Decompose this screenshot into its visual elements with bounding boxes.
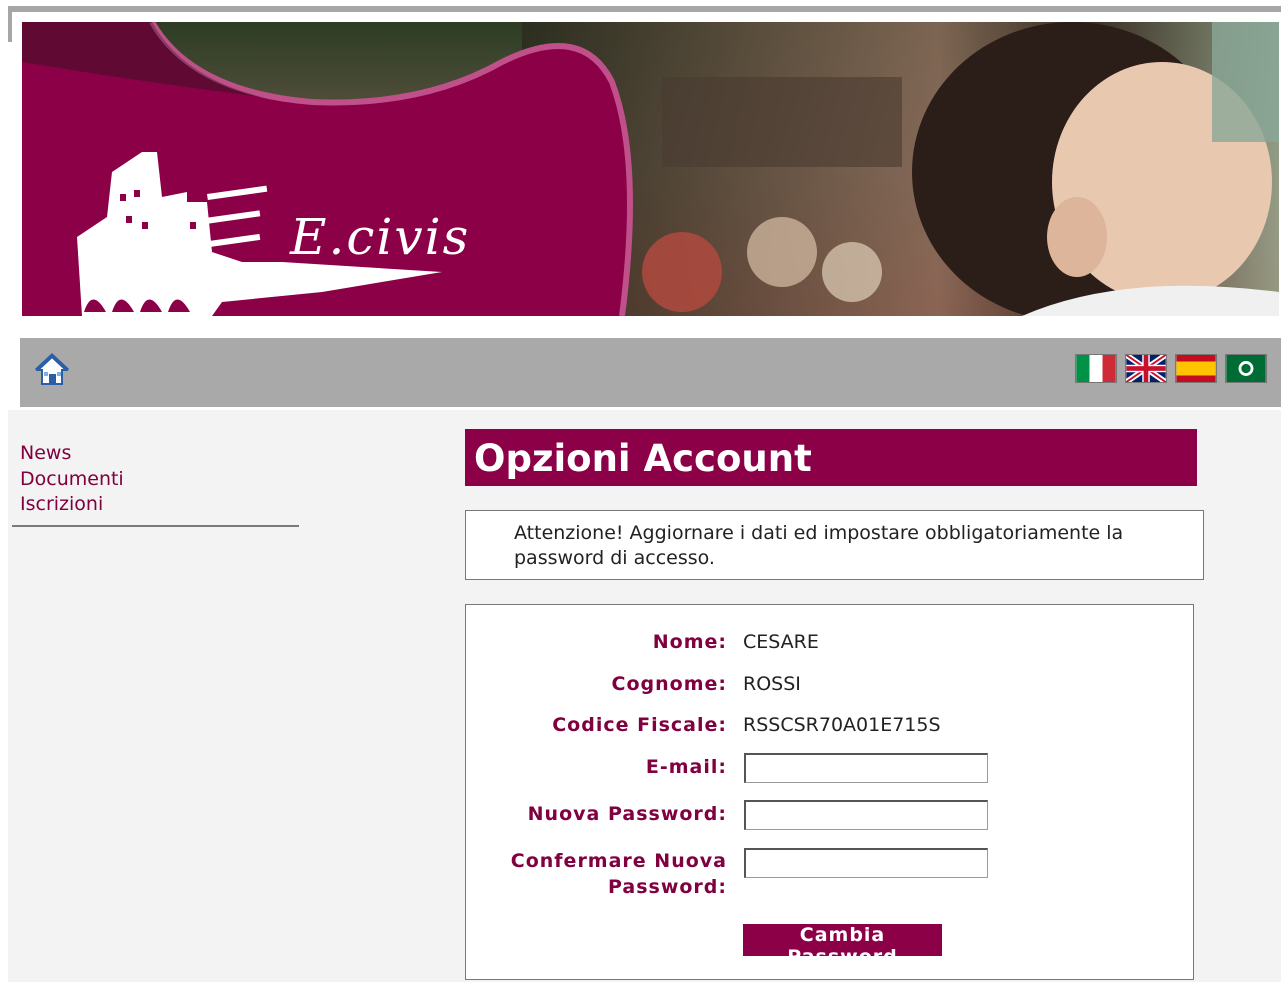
change-password-button[interactable]: Cambia Password bbox=[743, 924, 942, 968]
logo-text: E.civis bbox=[290, 208, 471, 266]
sidebar-item-news[interactable]: News bbox=[20, 441, 300, 467]
codice-fiscale-label: Codice Fiscale: bbox=[552, 714, 727, 736]
sidebar-item-documenti[interactable]: Documenti bbox=[20, 467, 300, 493]
codice-fiscale-value: RSSCSR70A01E715S bbox=[743, 714, 941, 736]
account-form: Nome: CESARE Cognome: ROSSI Codice Fisca… bbox=[465, 604, 1194, 980]
confirm-password-label-line2: Password: bbox=[607, 876, 727, 898]
nome-label: Nome: bbox=[652, 631, 727, 653]
page: E.civis News Documenti Iscrizioni Opzion… bbox=[0, 0, 1281, 982]
sidebar-menu: News Documenti Iscrizioni bbox=[20, 441, 300, 518]
confirm-password-field[interactable] bbox=[744, 848, 988, 878]
notice-box: Attenzione! Aggiornare i dati ed imposta… bbox=[465, 510, 1204, 580]
flag-italy-icon[interactable] bbox=[1075, 354, 1117, 383]
confirm-password-label-line1: Confermare Nuova bbox=[510, 850, 727, 872]
nav-bar bbox=[20, 338, 1281, 407]
banner-photo bbox=[22, 22, 1279, 316]
nome-value: CESARE bbox=[743, 631, 819, 653]
sidebar-divider bbox=[12, 525, 299, 527]
flag-spain-icon[interactable] bbox=[1175, 354, 1217, 383]
home-icon[interactable] bbox=[34, 352, 70, 388]
left-border bbox=[8, 6, 12, 42]
email-label: E-mail: bbox=[645, 756, 727, 778]
flag-arabic-icon[interactable] bbox=[1225, 354, 1267, 383]
top-border bbox=[8, 6, 1281, 12]
page-title-bar: Opzioni Account bbox=[465, 429, 1197, 486]
new-password-field[interactable] bbox=[744, 800, 988, 830]
notice-text: Attenzione! Aggiornare i dati ed imposta… bbox=[514, 522, 1124, 569]
cognome-label: Cognome: bbox=[611, 673, 727, 695]
sidebar-item-iscrizioni[interactable]: Iscrizioni bbox=[20, 492, 300, 518]
page-title: Opzioni Account bbox=[474, 437, 812, 480]
language-selector bbox=[1075, 354, 1267, 383]
email-field[interactable] bbox=[744, 753, 988, 783]
new-password-label: Nuova Password: bbox=[527, 803, 727, 825]
cognome-value: ROSSI bbox=[743, 673, 801, 695]
header-banner: E.civis bbox=[22, 22, 1279, 316]
flag-uk-icon[interactable] bbox=[1125, 354, 1167, 383]
